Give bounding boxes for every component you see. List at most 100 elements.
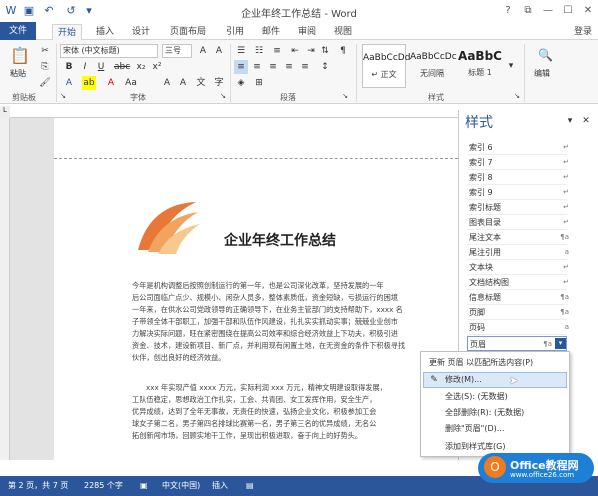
horizontal-ruler[interactable] xyxy=(10,106,458,118)
tab-references[interactable]: 引用 xyxy=(222,24,248,40)
close-button[interactable]: ✕ xyxy=(580,3,596,18)
pane-options-icon[interactable]: ▾ xyxy=(563,114,577,128)
tab-layout[interactable]: 页面布局 xyxy=(166,24,210,40)
menu-add-to-gallery[interactable]: 添加到样式库(G) xyxy=(445,440,505,454)
tab-design[interactable]: 设计 xyxy=(128,24,154,40)
highlight-icon[interactable]: ab xyxy=(82,76,96,90)
tab-selector-icon[interactable]: L xyxy=(0,106,10,118)
menu-delete-style[interactable]: 删除"页眉"(D)... xyxy=(445,422,504,436)
style-item[interactable]: 索引 7 ↵ xyxy=(467,155,569,170)
tab-file[interactable]: 文件 xyxy=(0,22,36,40)
bullets-icon[interactable]: ☰ xyxy=(234,44,248,58)
tab-review[interactable]: 审阅 xyxy=(294,24,320,40)
status-language[interactable]: 中文(中国) xyxy=(162,480,200,492)
login-link[interactable]: 登录 xyxy=(570,24,596,40)
style-dropdown-icon[interactable]: ▾ xyxy=(555,338,566,349)
font-size-icon[interactable]: A xyxy=(196,44,210,58)
tab-home[interactable]: 开始 xyxy=(52,24,82,40)
font-size-combo[interactable]: 三号 xyxy=(162,44,192,58)
paragraph-line: 后公司面临广点少、规模小、闲杂人员多，整体素质低，资金短缺，亏损运行的困境 xyxy=(132,293,398,302)
copy-icon[interactable]: ⎘ xyxy=(38,60,52,74)
line-spacing-icon[interactable]: ↕ xyxy=(318,60,332,74)
style-item[interactable]: 尾注引用 a xyxy=(467,245,569,260)
find-icon[interactable]: 🔍 xyxy=(538,48,553,62)
menu-update-style[interactable]: 更新 页眉 以匹配所选内容(P) xyxy=(429,356,533,370)
document-title: 企业年终工作总结 xyxy=(224,233,336,249)
style-item[interactable]: 信息标题 ¶a xyxy=(467,290,569,305)
menu-select-all[interactable]: 全选(S): (无数据) xyxy=(445,390,508,404)
styles-launcher-icon[interactable]: ↘ xyxy=(512,91,522,101)
maximize-button[interactable]: ☐ xyxy=(560,3,576,18)
numbering-icon[interactable]: ☷ xyxy=(252,44,266,58)
align-center-icon[interactable]: ≡ xyxy=(250,60,264,74)
cut-icon[interactable]: ✂ xyxy=(38,44,52,58)
justify-icon[interactable]: ≡ xyxy=(282,60,296,74)
tab-view[interactable]: 视图 xyxy=(330,24,356,40)
shrink-font-icon[interactable]: A xyxy=(176,76,190,90)
style-item[interactable]: 索引 9 ↵ xyxy=(467,185,569,200)
paste-button[interactable]: 粘贴 xyxy=(10,68,26,79)
menu-modify-style[interactable]: 修改(M)... xyxy=(445,373,482,387)
align-right-icon[interactable]: ≡ xyxy=(266,60,280,74)
status-words[interactable]: 2285 个字 xyxy=(84,480,123,492)
ribbon-display-icon[interactable]: ⧉ xyxy=(520,3,536,18)
style-item[interactable]: 索引标题 ↵ xyxy=(467,200,569,215)
group-font: 字体 xyxy=(130,93,146,102)
font-name-combo[interactable]: 宋体 (中文标题) xyxy=(60,44,158,58)
increase-indent-icon[interactable]: ⇥ xyxy=(304,44,318,58)
borders-icon[interactable]: ⊞ xyxy=(252,76,266,90)
paste-icon[interactable]: 📋 xyxy=(10,46,30,66)
grow-font-icon[interactable]: A xyxy=(160,76,174,90)
phonetic-icon[interactable]: 文 xyxy=(194,76,208,90)
modify-style-icon: ✎ xyxy=(430,375,438,385)
style-gallery-more-icon[interactable]: ▾ xyxy=(504,44,518,88)
decrease-indent-icon[interactable]: ⇤ xyxy=(288,44,302,58)
format-painter-icon[interactable]: 🖌 xyxy=(38,76,52,90)
strikethrough-icon[interactable]: abc xyxy=(114,60,130,74)
company-logo xyxy=(138,202,200,254)
launcher-icon[interactable]: ↘ xyxy=(340,91,350,101)
minimize-button[interactable]: — xyxy=(540,3,556,18)
show-marks-icon[interactable]: ¶ xyxy=(336,44,350,58)
menu-remove-all[interactable]: 全部删除(R): (无数据) xyxy=(445,406,524,420)
vertical-ruler[interactable] xyxy=(0,118,10,460)
help-icon[interactable]: ? xyxy=(500,3,516,18)
bold-icon[interactable]: B xyxy=(62,60,76,74)
sort-icon[interactable]: ⇅ xyxy=(318,44,332,58)
style-item[interactable]: 索引 6 ↵ xyxy=(467,140,569,155)
style-no-spacing[interactable]: AaBbCcDc 无间隔 xyxy=(410,44,457,88)
style-heading1[interactable]: AaBbC 标题 1 xyxy=(458,44,502,88)
subscript-icon[interactable]: x₂ xyxy=(134,60,148,74)
macro-icon[interactable]: ▤ xyxy=(246,480,254,492)
status-page[interactable]: 第 2 页，共 7 页 xyxy=(8,480,68,492)
clear-format-icon[interactable]: A xyxy=(212,44,226,58)
style-item[interactable]: 索引 8 ↵ xyxy=(467,170,569,185)
distributed-icon[interactable]: ≡ xyxy=(298,60,312,74)
underline-icon[interactable]: U xyxy=(94,60,108,74)
style-item[interactable]: 页脚 ¶a xyxy=(467,305,569,320)
status-mode[interactable]: 插入 xyxy=(212,480,228,492)
style-item[interactable]: 文本块 ↵ xyxy=(467,260,569,275)
style-item[interactable]: 文档结构图 ↵ xyxy=(467,275,569,290)
style-normal[interactable]: AaBbCcDd ↵ 正文 xyxy=(362,44,410,88)
multilevel-icon[interactable]: ≡ xyxy=(270,44,284,58)
enclose-char-icon[interactable]: 字 xyxy=(212,76,226,90)
text-effects-icon[interactable]: A xyxy=(62,76,76,90)
font-color-icon[interactable]: A xyxy=(104,76,118,90)
shading-icon[interactable]: ◈ xyxy=(234,76,248,90)
style-item[interactable]: 图表目录 ↵ xyxy=(467,215,569,230)
edit-button[interactable]: 编辑 xyxy=(534,68,550,79)
tab-insert[interactable]: 插入 xyxy=(92,24,118,40)
style-item[interactable]: 尾注文本 ¶a xyxy=(467,230,569,245)
tab-mailings[interactable]: 邮件 xyxy=(258,24,284,40)
launcher-icon[interactable]: ↘ xyxy=(58,91,68,101)
launcher-icon[interactable]: ↘ xyxy=(218,91,228,101)
pane-close-icon[interactable]: ✕ xyxy=(579,114,593,128)
italic-icon[interactable]: I xyxy=(78,60,92,74)
superscript-icon[interactable]: x² xyxy=(150,60,164,74)
style-item[interactable]: 页码 a xyxy=(467,320,569,335)
align-left-icon[interactable]: ≡ xyxy=(234,60,248,74)
proofing-icon[interactable]: ▣ xyxy=(140,480,148,492)
change-case-icon[interactable]: Aa xyxy=(124,76,138,90)
style-item-selected[interactable]: 页眉 ¶a ▾ xyxy=(467,336,567,351)
